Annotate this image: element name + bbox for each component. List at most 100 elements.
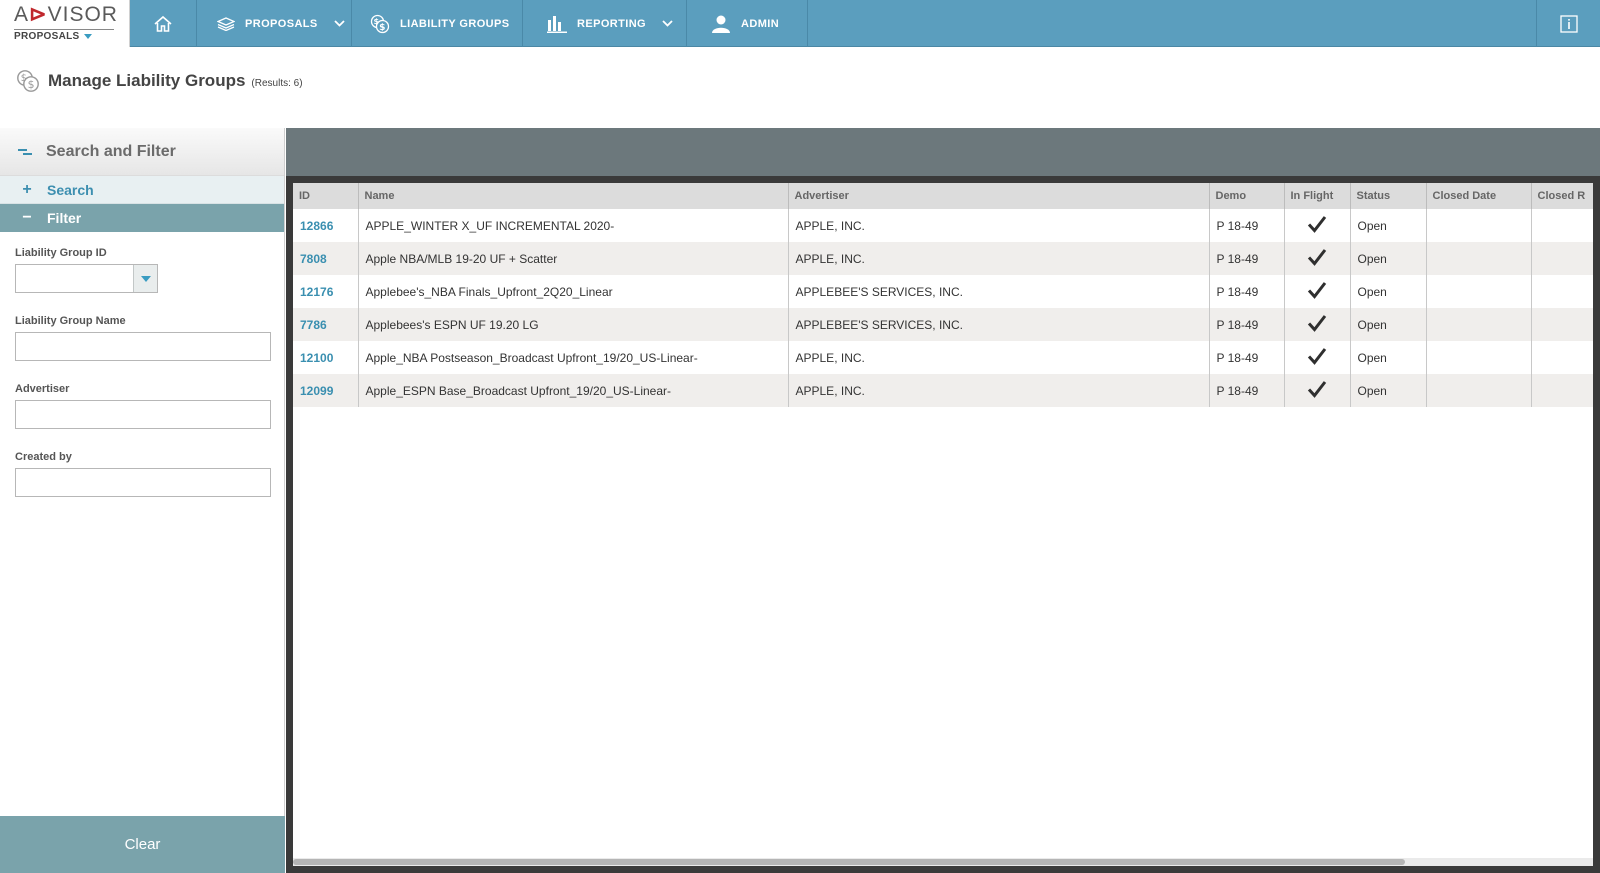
- chevron-down-icon: [334, 20, 345, 27]
- svg-text:$: $: [28, 78, 35, 91]
- cell-advertiser: APPLE, INC.: [788, 209, 1210, 242]
- cell-id: 7808: [293, 242, 359, 275]
- info-button[interactable]: [1536, 0, 1600, 47]
- cell-closed-date: [1426, 242, 1532, 275]
- cell-in-flight: [1284, 209, 1351, 242]
- nav-proposals-label: PROPOSALS: [245, 17, 318, 30]
- filter-form: Liability Group ID Liability Group Name …: [0, 232, 284, 497]
- accordion-search[interactable]: + Search: [0, 176, 284, 204]
- nav-reporting[interactable]: REPORTING: [523, 0, 687, 47]
- checkmark-icon: [1307, 216, 1327, 233]
- cell-status: Open: [1350, 242, 1427, 275]
- column-header-name[interactable]: Name: [358, 183, 789, 209]
- checkmark-icon: [1307, 381, 1327, 398]
- row-id-link[interactable]: 7786: [300, 318, 327, 332]
- checkmark-icon: [1307, 249, 1327, 266]
- column-header-closed-r[interactable]: Closed R: [1531, 183, 1593, 209]
- cell-closed-date: [1426, 275, 1532, 308]
- cell-id: 12176: [293, 275, 359, 308]
- table-row[interactable]: 7808 Apple NBA/MLB 19-20 UF + Scatter APPL…: [293, 242, 1593, 275]
- column-header-id[interactable]: ID: [293, 183, 359, 209]
- table-header-row: ID Name Advertiser Demo In Flight Status…: [293, 183, 1593, 209]
- app-logo[interactable]: A⊳VISOR PROPOSALS: [0, 0, 130, 47]
- cell-name: APPLE_WINTER X_UF INCREMENTAL 2020-: [358, 209, 789, 242]
- svg-text:$: $: [21, 73, 27, 84]
- table-row[interactable]: 12176 Applebee's_NBA Finals_Upfront_2Q20_…: [293, 275, 1593, 308]
- cell-closed-r: [1531, 275, 1593, 308]
- accordion-filter[interactable]: − Filter: [0, 204, 284, 232]
- cell-in-flight: [1284, 341, 1351, 374]
- row-id-link[interactable]: 12100: [300, 351, 333, 365]
- logo-wordmark: A⊳VISOR: [14, 3, 118, 26]
- row-id-link[interactable]: 12099: [300, 384, 333, 398]
- nav-home[interactable]: [130, 0, 197, 47]
- cell-name: Applebee's_NBA Finals_Upfront_2Q20_Linea…: [358, 275, 789, 308]
- results-count: (Results: 6): [251, 77, 303, 89]
- created-by-label: Created by: [15, 451, 72, 463]
- cell-advertiser: APPLEBEE'S SERVICES, INC.: [788, 275, 1210, 308]
- checkmark-icon: [1307, 348, 1327, 365]
- results-area: ID Name Advertiser Demo In Flight Status…: [286, 128, 1600, 873]
- cell-id: 12866: [293, 209, 359, 242]
- cell-demo: P 18-49: [1209, 374, 1285, 407]
- accordion-search-label: Search: [47, 181, 94, 198]
- nav-liability-groups-label: LIABILITY GROUPS: [400, 17, 510, 30]
- created-by-input[interactable]: [15, 468, 271, 497]
- cell-closed-r: [1531, 341, 1593, 374]
- nav-admin[interactable]: ADMIN: [687, 0, 808, 47]
- search-filter-header[interactable]: Search and Filter: [0, 128, 284, 176]
- logo-chevron-icon: ⊳: [29, 3, 48, 26]
- cell-closed-r: [1531, 374, 1593, 407]
- caret-down-icon: [83, 33, 92, 39]
- liability-group-id-label: Liability Group ID: [15, 247, 107, 259]
- cell-demo: P 18-49: [1209, 275, 1285, 308]
- table-row[interactable]: 12866 APPLE_WINTER X_UF INCREMENTAL 2020-…: [293, 209, 1593, 242]
- logo-divider: [14, 29, 114, 30]
- nav-proposals[interactable]: PROPOSALS: [197, 0, 352, 47]
- plus-icon: +: [22, 180, 32, 198]
- liability-group-name-label: Liability Group Name: [15, 315, 126, 327]
- table-row[interactable]: 12100 Apple_NBA Postseason_Broadcast Upfr…: [293, 341, 1593, 374]
- coins-icon: $$: [370, 14, 390, 33]
- liability-group-name-input[interactable]: [15, 332, 271, 361]
- svg-text:$: $: [374, 17, 380, 26]
- nav-liability-groups[interactable]: $ $ LIABILITY GROUPS: [352, 0, 523, 47]
- cell-closed-r: [1531, 242, 1593, 275]
- row-id-link[interactable]: 12176: [300, 285, 333, 299]
- chevron-down-icon: [662, 20, 673, 27]
- nav-reporting-label: REPORTING: [577, 17, 646, 30]
- liability-group-id-input[interactable]: [16, 265, 133, 292]
- cell-demo: P 18-49: [1209, 242, 1285, 275]
- cell-advertiser: APPLE, INC.: [788, 242, 1210, 275]
- advertiser-input[interactable]: [15, 400, 271, 429]
- info-icon: [1559, 14, 1578, 33]
- row-id-link[interactable]: 12866: [300, 219, 333, 233]
- cell-id: 12100: [293, 341, 359, 374]
- cell-id: 7786: [293, 308, 359, 341]
- cell-closed-r: [1531, 308, 1593, 341]
- cell-status: Open: [1350, 308, 1427, 341]
- caret-down-icon: [140, 275, 151, 282]
- cell-closed-date: [1426, 341, 1532, 374]
- page-header: $ $ Manage Liability Groups (Results: 6): [16, 66, 303, 96]
- column-header-demo[interactable]: Demo: [1209, 183, 1285, 209]
- column-header-advertiser[interactable]: Advertiser: [788, 183, 1210, 209]
- module-switcher[interactable]: PROPOSALS: [14, 31, 92, 42]
- column-header-status[interactable]: Status: [1350, 183, 1427, 209]
- horizontal-scrollbar[interactable]: [293, 858, 1593, 866]
- cell-name: Apple_ESPN Base_Broadcast Upfront_19/20_…: [358, 374, 789, 407]
- clear-button[interactable]: Clear: [0, 816, 285, 873]
- results-table: ID Name Advertiser Demo In Flight Status…: [293, 183, 1593, 407]
- column-header-closed-date[interactable]: Closed Date: [1426, 183, 1532, 209]
- cell-name: Applebees's ESPN UF 19.20 LG: [358, 308, 789, 341]
- module-switcher-label: PROPOSALS: [14, 31, 80, 42]
- bar-chart-icon: [547, 15, 567, 33]
- column-header-in-flight[interactable]: In Flight: [1284, 183, 1351, 209]
- minus-icon: −: [22, 209, 32, 226]
- horizontal-scrollbar-thumb[interactable]: [293, 859, 1405, 865]
- table-row[interactable]: 12099 Apple_ESPN Base_Broadcast Upfront_1…: [293, 374, 1593, 407]
- row-id-link[interactable]: 7808: [300, 252, 327, 266]
- table-row[interactable]: 7786 Applebees's ESPN UF 19.20 LG APPLEBEE…: [293, 308, 1593, 341]
- home-icon: [154, 15, 172, 32]
- liability-group-id-dropdown-button[interactable]: [133, 265, 157, 292]
